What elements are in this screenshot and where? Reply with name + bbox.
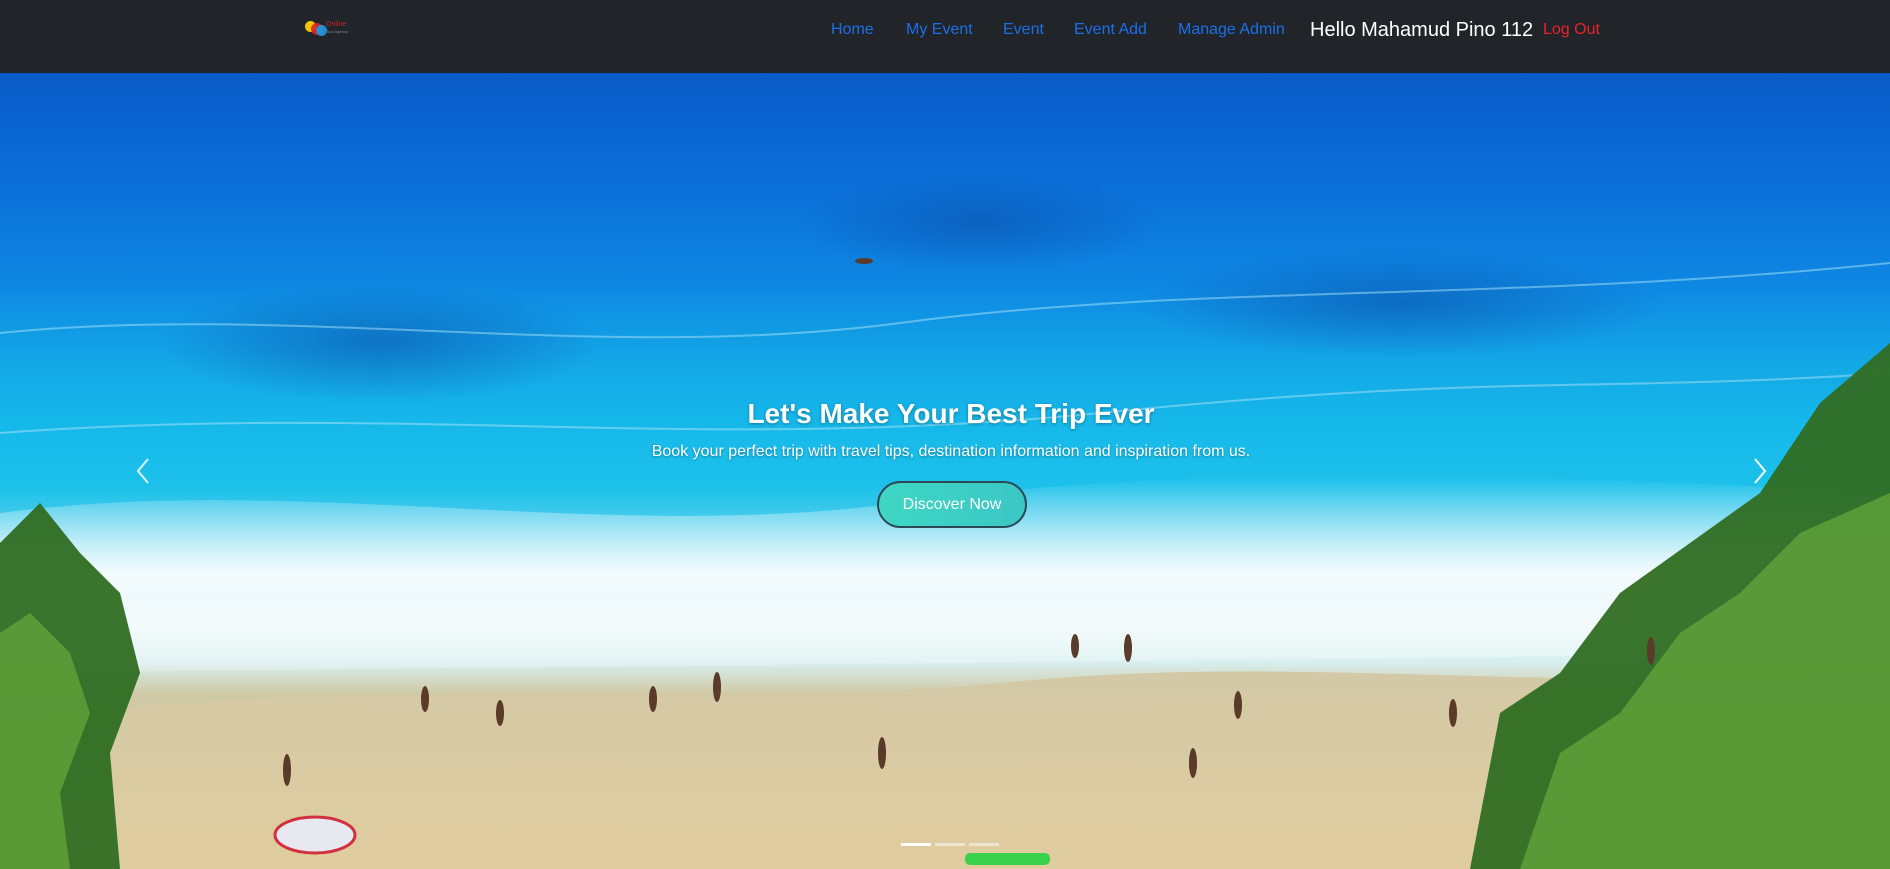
beach-background-image <box>0 173 1890 869</box>
carousel-indicator-2[interactable] <box>935 843 965 846</box>
nav-link-event-add[interactable]: Event Add <box>1074 19 1147 41</box>
carousel-indicators <box>0 843 1890 853</box>
nav-menu: Home My Event Event Event Add Manage Adm… <box>0 0 1890 62</box>
carousel-indicator-1[interactable] <box>901 843 931 846</box>
nav-link-my-event[interactable]: My Event <box>906 19 973 41</box>
carousel-indicator-3[interactable] <box>969 843 999 846</box>
hero-title: Let's Make Your Best Trip Ever <box>747 398 1155 429</box>
discover-now-button[interactable]: Discover Now <box>877 481 1027 528</box>
chevron-right-icon <box>1754 458 1767 484</box>
navbar: Online Tour Agency Home My Event Event E… <box>0 0 1890 73</box>
nav-link-event[interactable]: Event <box>1003 19 1044 41</box>
chevron-left-icon <box>136 458 149 484</box>
carousel-next-button[interactable] <box>1750 456 1770 486</box>
hero-subtitle: Book your perfect trip with travel tips,… <box>651 443 1251 460</box>
nav-link-home[interactable]: Home <box>831 19 874 41</box>
carousel-prev-button[interactable] <box>133 456 153 486</box>
user-greeting: Hello Mahamud Pino 112 <box>1310 19 1534 41</box>
hero-carousel: Let's Make Your Best Trip Ever Book your… <box>0 73 1890 869</box>
logout-link[interactable]: Log Out <box>1543 19 1600 41</box>
nav-link-manage-admin[interactable]: Manage Admin <box>1178 19 1285 41</box>
